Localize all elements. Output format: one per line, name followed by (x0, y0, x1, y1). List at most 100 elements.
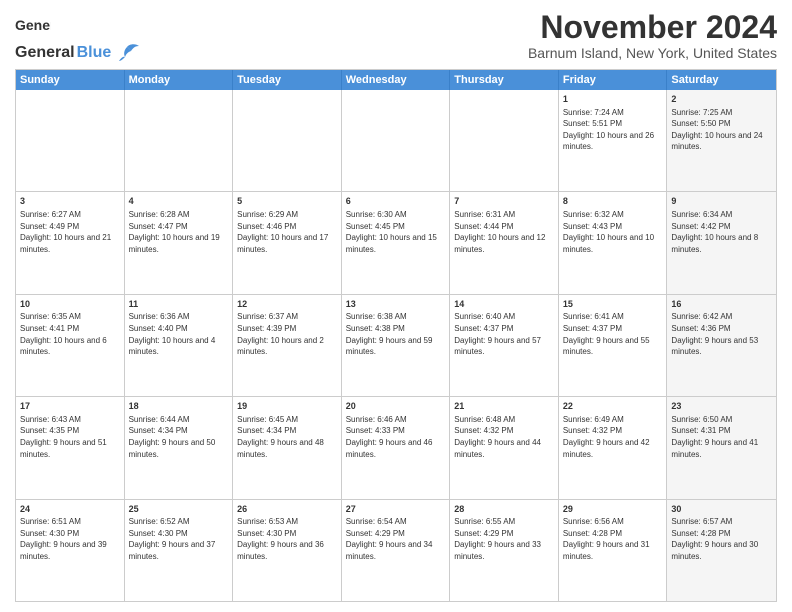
day-info: Sunrise: 6:57 AM Sunset: 4:28 PM Dayligh… (671, 516, 772, 562)
day-number: 10 (20, 298, 120, 311)
day-number: 23 (671, 400, 772, 413)
day-cell-3: 3Sunrise: 6:27 AM Sunset: 4:49 PM Daylig… (16, 192, 125, 293)
day-number: 18 (129, 400, 229, 413)
day-info: Sunrise: 6:38 AM Sunset: 4:38 PM Dayligh… (346, 311, 446, 357)
day-info: Sunrise: 6:49 AM Sunset: 4:32 PM Dayligh… (563, 414, 663, 460)
logo-general-text: General (15, 44, 75, 62)
day-info: Sunrise: 6:43 AM Sunset: 4:35 PM Dayligh… (20, 414, 120, 460)
day-number: 25 (129, 503, 229, 516)
weekday-header-sunday: Sunday (16, 70, 125, 90)
calendar: SundayMondayTuesdayWednesdayThursdayFrid… (15, 69, 777, 602)
day-cell-30: 30Sunrise: 6:57 AM Sunset: 4:28 PM Dayli… (667, 500, 776, 601)
day-number: 21 (454, 400, 554, 413)
day-info: Sunrise: 6:29 AM Sunset: 4:46 PM Dayligh… (237, 209, 337, 255)
day-number: 13 (346, 298, 446, 311)
day-info: Sunrise: 6:50 AM Sunset: 4:31 PM Dayligh… (671, 414, 772, 460)
logo: General General Blue (15, 10, 141, 63)
day-info: Sunrise: 6:37 AM Sunset: 4:39 PM Dayligh… (237, 311, 337, 357)
day-info: Sunrise: 6:42 AM Sunset: 4:36 PM Dayligh… (671, 311, 772, 357)
logo-blue-text: Blue (77, 44, 112, 62)
weekday-header-wednesday: Wednesday (342, 70, 451, 90)
day-info: Sunrise: 6:36 AM Sunset: 4:40 PM Dayligh… (129, 311, 229, 357)
day-cell-13: 13Sunrise: 6:38 AM Sunset: 4:38 PM Dayli… (342, 295, 451, 396)
day-number: 29 (563, 503, 663, 516)
day-cell-5: 5Sunrise: 6:29 AM Sunset: 4:46 PM Daylig… (233, 192, 342, 293)
day-cell-4: 4Sunrise: 6:28 AM Sunset: 4:47 PM Daylig… (125, 192, 234, 293)
day-cell-6: 6Sunrise: 6:30 AM Sunset: 4:45 PM Daylig… (342, 192, 451, 293)
day-number: 11 (129, 298, 229, 311)
day-cell-28: 28Sunrise: 6:55 AM Sunset: 4:29 PM Dayli… (450, 500, 559, 601)
weekday-header-thursday: Thursday (450, 70, 559, 90)
day-info: Sunrise: 6:56 AM Sunset: 4:28 PM Dayligh… (563, 516, 663, 562)
day-cell-19: 19Sunrise: 6:45 AM Sunset: 4:34 PM Dayli… (233, 397, 342, 498)
day-cell-24: 24Sunrise: 6:51 AM Sunset: 4:30 PM Dayli… (16, 500, 125, 601)
day-number: 9 (671, 195, 772, 208)
day-number: 15 (563, 298, 663, 311)
day-number: 8 (563, 195, 663, 208)
day-number: 26 (237, 503, 337, 516)
day-cell-10: 10Sunrise: 6:35 AM Sunset: 4:41 PM Dayli… (16, 295, 125, 396)
day-cell-11: 11Sunrise: 6:36 AM Sunset: 4:40 PM Dayli… (125, 295, 234, 396)
calendar-body: 1Sunrise: 7:24 AM Sunset: 5:51 PM Daylig… (16, 90, 776, 601)
day-cell-29: 29Sunrise: 6:56 AM Sunset: 4:28 PM Dayli… (559, 500, 668, 601)
day-cell-25: 25Sunrise: 6:52 AM Sunset: 4:30 PM Dayli… (125, 500, 234, 601)
day-cell-14: 14Sunrise: 6:40 AM Sunset: 4:37 PM Dayli… (450, 295, 559, 396)
day-cell-7: 7Sunrise: 6:31 AM Sunset: 4:44 PM Daylig… (450, 192, 559, 293)
day-info: Sunrise: 6:45 AM Sunset: 4:34 PM Dayligh… (237, 414, 337, 460)
title-section: November 2024 Barnum Island, New York, U… (528, 10, 777, 61)
day-cell-21: 21Sunrise: 6:48 AM Sunset: 4:32 PM Dayli… (450, 397, 559, 498)
day-number: 4 (129, 195, 229, 208)
logo-icon: General (15, 10, 51, 45)
calendar-row-2: 3Sunrise: 6:27 AM Sunset: 4:49 PM Daylig… (16, 192, 776, 294)
day-info: Sunrise: 6:35 AM Sunset: 4:41 PM Dayligh… (20, 311, 120, 357)
day-cell-20: 20Sunrise: 6:46 AM Sunset: 4:33 PM Dayli… (342, 397, 451, 498)
day-number: 22 (563, 400, 663, 413)
header: General General Blue November 2024 Barnu… (15, 10, 777, 63)
day-info: Sunrise: 6:53 AM Sunset: 4:30 PM Dayligh… (237, 516, 337, 562)
day-cell-26: 26Sunrise: 6:53 AM Sunset: 4:30 PM Dayli… (233, 500, 342, 601)
weekday-header-monday: Monday (125, 70, 234, 90)
day-info: Sunrise: 6:27 AM Sunset: 4:49 PM Dayligh… (20, 209, 120, 255)
day-number: 27 (346, 503, 446, 516)
day-number: 7 (454, 195, 554, 208)
month-title: November 2024 (528, 10, 777, 45)
day-cell-18: 18Sunrise: 6:44 AM Sunset: 4:34 PM Dayli… (125, 397, 234, 498)
day-info: Sunrise: 7:24 AM Sunset: 5:51 PM Dayligh… (563, 107, 663, 153)
day-info: Sunrise: 6:32 AM Sunset: 4:43 PM Dayligh… (563, 209, 663, 255)
page: General General Blue November 2024 Barnu… (0, 0, 792, 612)
day-number: 16 (671, 298, 772, 311)
day-number: 28 (454, 503, 554, 516)
day-number: 2 (671, 93, 772, 106)
calendar-header: SundayMondayTuesdayWednesdayThursdayFrid… (16, 70, 776, 90)
weekday-header-saturday: Saturday (667, 70, 776, 90)
calendar-row-4: 17Sunrise: 6:43 AM Sunset: 4:35 PM Dayli… (16, 397, 776, 499)
day-number: 17 (20, 400, 120, 413)
day-info: Sunrise: 6:28 AM Sunset: 4:47 PM Dayligh… (129, 209, 229, 255)
day-info: Sunrise: 6:52 AM Sunset: 4:30 PM Dayligh… (129, 516, 229, 562)
calendar-row-5: 24Sunrise: 6:51 AM Sunset: 4:30 PM Dayli… (16, 500, 776, 601)
empty-cell-0-0 (16, 90, 125, 191)
day-cell-27: 27Sunrise: 6:54 AM Sunset: 4:29 PM Dayli… (342, 500, 451, 601)
day-number: 6 (346, 195, 446, 208)
day-cell-9: 9Sunrise: 6:34 AM Sunset: 4:42 PM Daylig… (667, 192, 776, 293)
empty-cell-0-2 (233, 90, 342, 191)
day-info: Sunrise: 6:48 AM Sunset: 4:32 PM Dayligh… (454, 414, 554, 460)
day-number: 24 (20, 503, 120, 516)
day-info: Sunrise: 6:34 AM Sunset: 4:42 PM Dayligh… (671, 209, 772, 255)
day-cell-2: 2Sunrise: 7:25 AM Sunset: 5:50 PM Daylig… (667, 90, 776, 191)
empty-cell-0-3 (342, 90, 451, 191)
weekday-header-tuesday: Tuesday (233, 70, 342, 90)
day-cell-8: 8Sunrise: 6:32 AM Sunset: 4:43 PM Daylig… (559, 192, 668, 293)
empty-cell-0-4 (450, 90, 559, 191)
day-cell-22: 22Sunrise: 6:49 AM Sunset: 4:32 PM Dayli… (559, 397, 668, 498)
location: Barnum Island, New York, United States (528, 45, 777, 61)
day-cell-12: 12Sunrise: 6:37 AM Sunset: 4:39 PM Dayli… (233, 295, 342, 396)
svg-text:General: General (15, 17, 51, 33)
day-cell-1: 1Sunrise: 7:24 AM Sunset: 5:51 PM Daylig… (559, 90, 668, 191)
empty-cell-0-1 (125, 90, 234, 191)
weekday-header-friday: Friday (559, 70, 668, 90)
day-info: Sunrise: 6:30 AM Sunset: 4:45 PM Dayligh… (346, 209, 446, 255)
day-cell-17: 17Sunrise: 6:43 AM Sunset: 4:35 PM Dayli… (16, 397, 125, 498)
day-number: 30 (671, 503, 772, 516)
day-cell-23: 23Sunrise: 6:50 AM Sunset: 4:31 PM Dayli… (667, 397, 776, 498)
